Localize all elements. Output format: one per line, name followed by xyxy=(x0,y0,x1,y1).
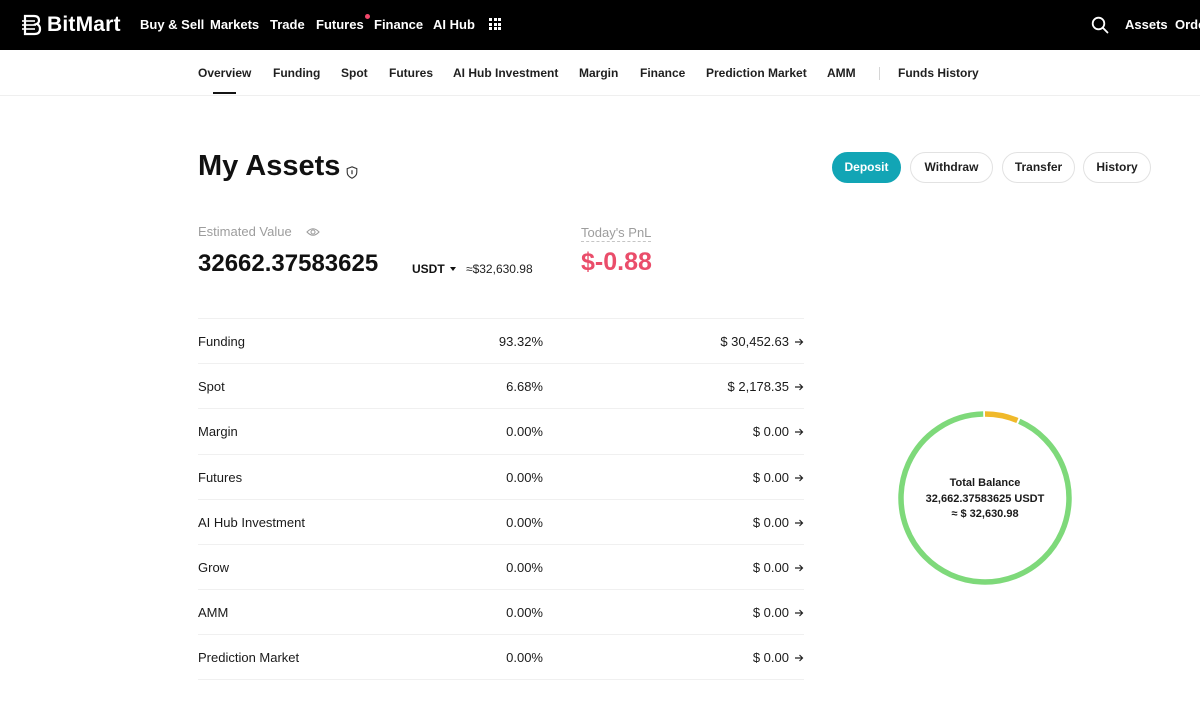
currency-unit-label: USDT xyxy=(412,262,445,276)
account-value: $ 0.00 xyxy=(752,424,789,440)
arrow-right-icon[interactable] xyxy=(794,608,804,618)
tab-futures[interactable]: Futures xyxy=(389,66,433,80)
account-row-futures[interactable]: Futures 0.00% $ 0.00 xyxy=(198,453,804,499)
todays-pnl-value: $-0.88 xyxy=(581,248,652,276)
tab-ai-hub-investment[interactable]: AI Hub Investment xyxy=(453,66,558,80)
eye-icon[interactable] xyxy=(306,227,320,237)
account-percent: 0.00% xyxy=(506,424,543,440)
account-percent: 0.00% xyxy=(506,605,543,621)
account-row-margin[interactable]: Margin 0.00% $ 0.00 xyxy=(198,408,804,453)
account-percent: 93.32% xyxy=(498,334,543,349)
account-percent: 0.00% xyxy=(506,559,543,575)
nav-buy-sell[interactable]: Buy & Sell xyxy=(140,17,204,32)
account-row-amm[interactable]: AMM 0.00% $ 0.00 xyxy=(198,589,804,634)
account-row-prediction-market[interactable]: Prediction Market 0.00% $ 0.00 xyxy=(198,634,804,680)
bitmart-logo-icon xyxy=(22,14,42,36)
account-row-spot[interactable]: Spot 6.68% $ 2,178.35 xyxy=(198,363,804,408)
nav-orders[interactable]: Orde xyxy=(1175,17,1200,32)
nav-trade[interactable]: Trade xyxy=(270,17,305,32)
arrow-right-icon[interactable] xyxy=(794,473,804,483)
deposit-button[interactable]: Deposit xyxy=(832,152,901,183)
apps-grid-icon[interactable] xyxy=(489,18,501,30)
account-value: $ 0.00 xyxy=(752,514,789,530)
currency-unit-select[interactable]: USDT xyxy=(412,262,456,276)
account-name: Margin xyxy=(198,424,238,440)
account-value: $ 0.00 xyxy=(752,650,789,666)
todays-pnl-label[interactable]: Today's PnL xyxy=(581,225,652,242)
brand-name: BitMart xyxy=(47,13,121,36)
account-name: AI Hub Investment xyxy=(198,514,305,530)
account-name: Prediction Market xyxy=(198,650,300,666)
account-value: $ 0.00 xyxy=(752,469,789,485)
total-balance-usdt: 32,662.37583625 USDT xyxy=(925,492,1045,505)
account-row-ai-hub-investment[interactable]: AI Hub Investment 0.00% $ 0.00 xyxy=(198,498,804,544)
top-navigation-bar: BitMart Buy & Sell Markets Trade Futures… xyxy=(0,0,1200,50)
tab-funding[interactable]: Funding xyxy=(273,66,320,80)
nav-futures[interactable]: Futures xyxy=(316,14,370,32)
arrow-right-icon[interactable] xyxy=(794,382,804,392)
account-percent: 0.00% xyxy=(506,514,543,530)
account-value: $ 2,178.35 xyxy=(727,379,789,395)
transfer-button[interactable]: Transfer xyxy=(1002,152,1075,183)
notification-dot xyxy=(364,14,370,19)
search-icon[interactable] xyxy=(1091,16,1109,34)
tab-funds-history[interactable]: Funds History xyxy=(898,66,979,80)
account-value: $ 0.00 xyxy=(752,559,789,575)
account-name: AMM xyxy=(198,605,229,621)
nav-markets[interactable]: Markets xyxy=(210,17,259,32)
arrow-right-icon[interactable] xyxy=(794,427,804,437)
tab-spot[interactable]: Spot xyxy=(341,66,368,80)
caret-down-icon xyxy=(449,267,456,271)
withdraw-button[interactable]: Withdraw xyxy=(910,152,993,183)
account-name: Grow xyxy=(198,559,230,575)
arrow-right-icon[interactable] xyxy=(794,563,804,573)
account-breakdown-table: Funding 93.32% $ 30,452.63 Spot 6.68% $ … xyxy=(198,318,804,680)
total-balance-title: Total Balance xyxy=(949,477,1021,489)
arrow-right-icon[interactable] xyxy=(794,337,804,347)
account-percent: 0.00% xyxy=(506,469,543,485)
account-name: Spot xyxy=(198,379,225,395)
total-balance-summary: Total Balance 32,662.37583625 USDT ≈ $ 3… xyxy=(895,476,1075,523)
account-row-funding[interactable]: Funding 93.32% $ 30,452.63 xyxy=(198,318,804,363)
tab-prediction-market[interactable]: Prediction Market xyxy=(706,66,807,80)
account-percent: 0.00% xyxy=(506,650,543,666)
account-name: Futures xyxy=(198,469,243,485)
total-balance-usd: ≈ $ 32,630.98 xyxy=(951,508,1019,520)
history-button[interactable]: History xyxy=(1083,152,1151,183)
account-name: Funding xyxy=(198,334,245,349)
nav-ai-hub[interactable]: AI Hub xyxy=(433,17,475,32)
nav-finance[interactable]: Finance xyxy=(374,17,423,32)
tab-finance[interactable]: Finance xyxy=(640,66,685,80)
page-title: My Assets xyxy=(198,150,341,182)
account-row-grow[interactable]: Grow 0.00% $ 0.00 xyxy=(198,543,804,589)
tab-divider xyxy=(879,67,880,80)
estimated-value: 32662.37583625 xyxy=(198,250,379,277)
tab-margin[interactable]: Margin xyxy=(579,66,618,80)
tab-overview[interactable]: Overview xyxy=(198,66,251,80)
arrow-right-icon[interactable] xyxy=(794,518,804,528)
arrow-right-icon[interactable] xyxy=(794,653,804,663)
assets-subnav: Overview Funding Spot Futures AI Hub Inv… xyxy=(0,50,1200,96)
bitmart-logo[interactable]: BitMart xyxy=(22,12,121,38)
shield-icon[interactable] xyxy=(346,166,358,179)
nav-assets[interactable]: Assets xyxy=(1125,17,1168,32)
approx-usd-value: ≈$32,630.98 xyxy=(466,262,533,276)
account-value: $ 30,452.63 xyxy=(720,334,789,349)
account-value: $ 0.00 xyxy=(752,605,789,621)
tab-amm[interactable]: AMM xyxy=(827,66,856,80)
active-tab-indicator xyxy=(213,92,236,94)
estimated-value-label: Estimated Value xyxy=(198,224,292,239)
account-percent: 6.68% xyxy=(506,379,543,395)
nav-futures-label: Futures xyxy=(316,17,364,32)
